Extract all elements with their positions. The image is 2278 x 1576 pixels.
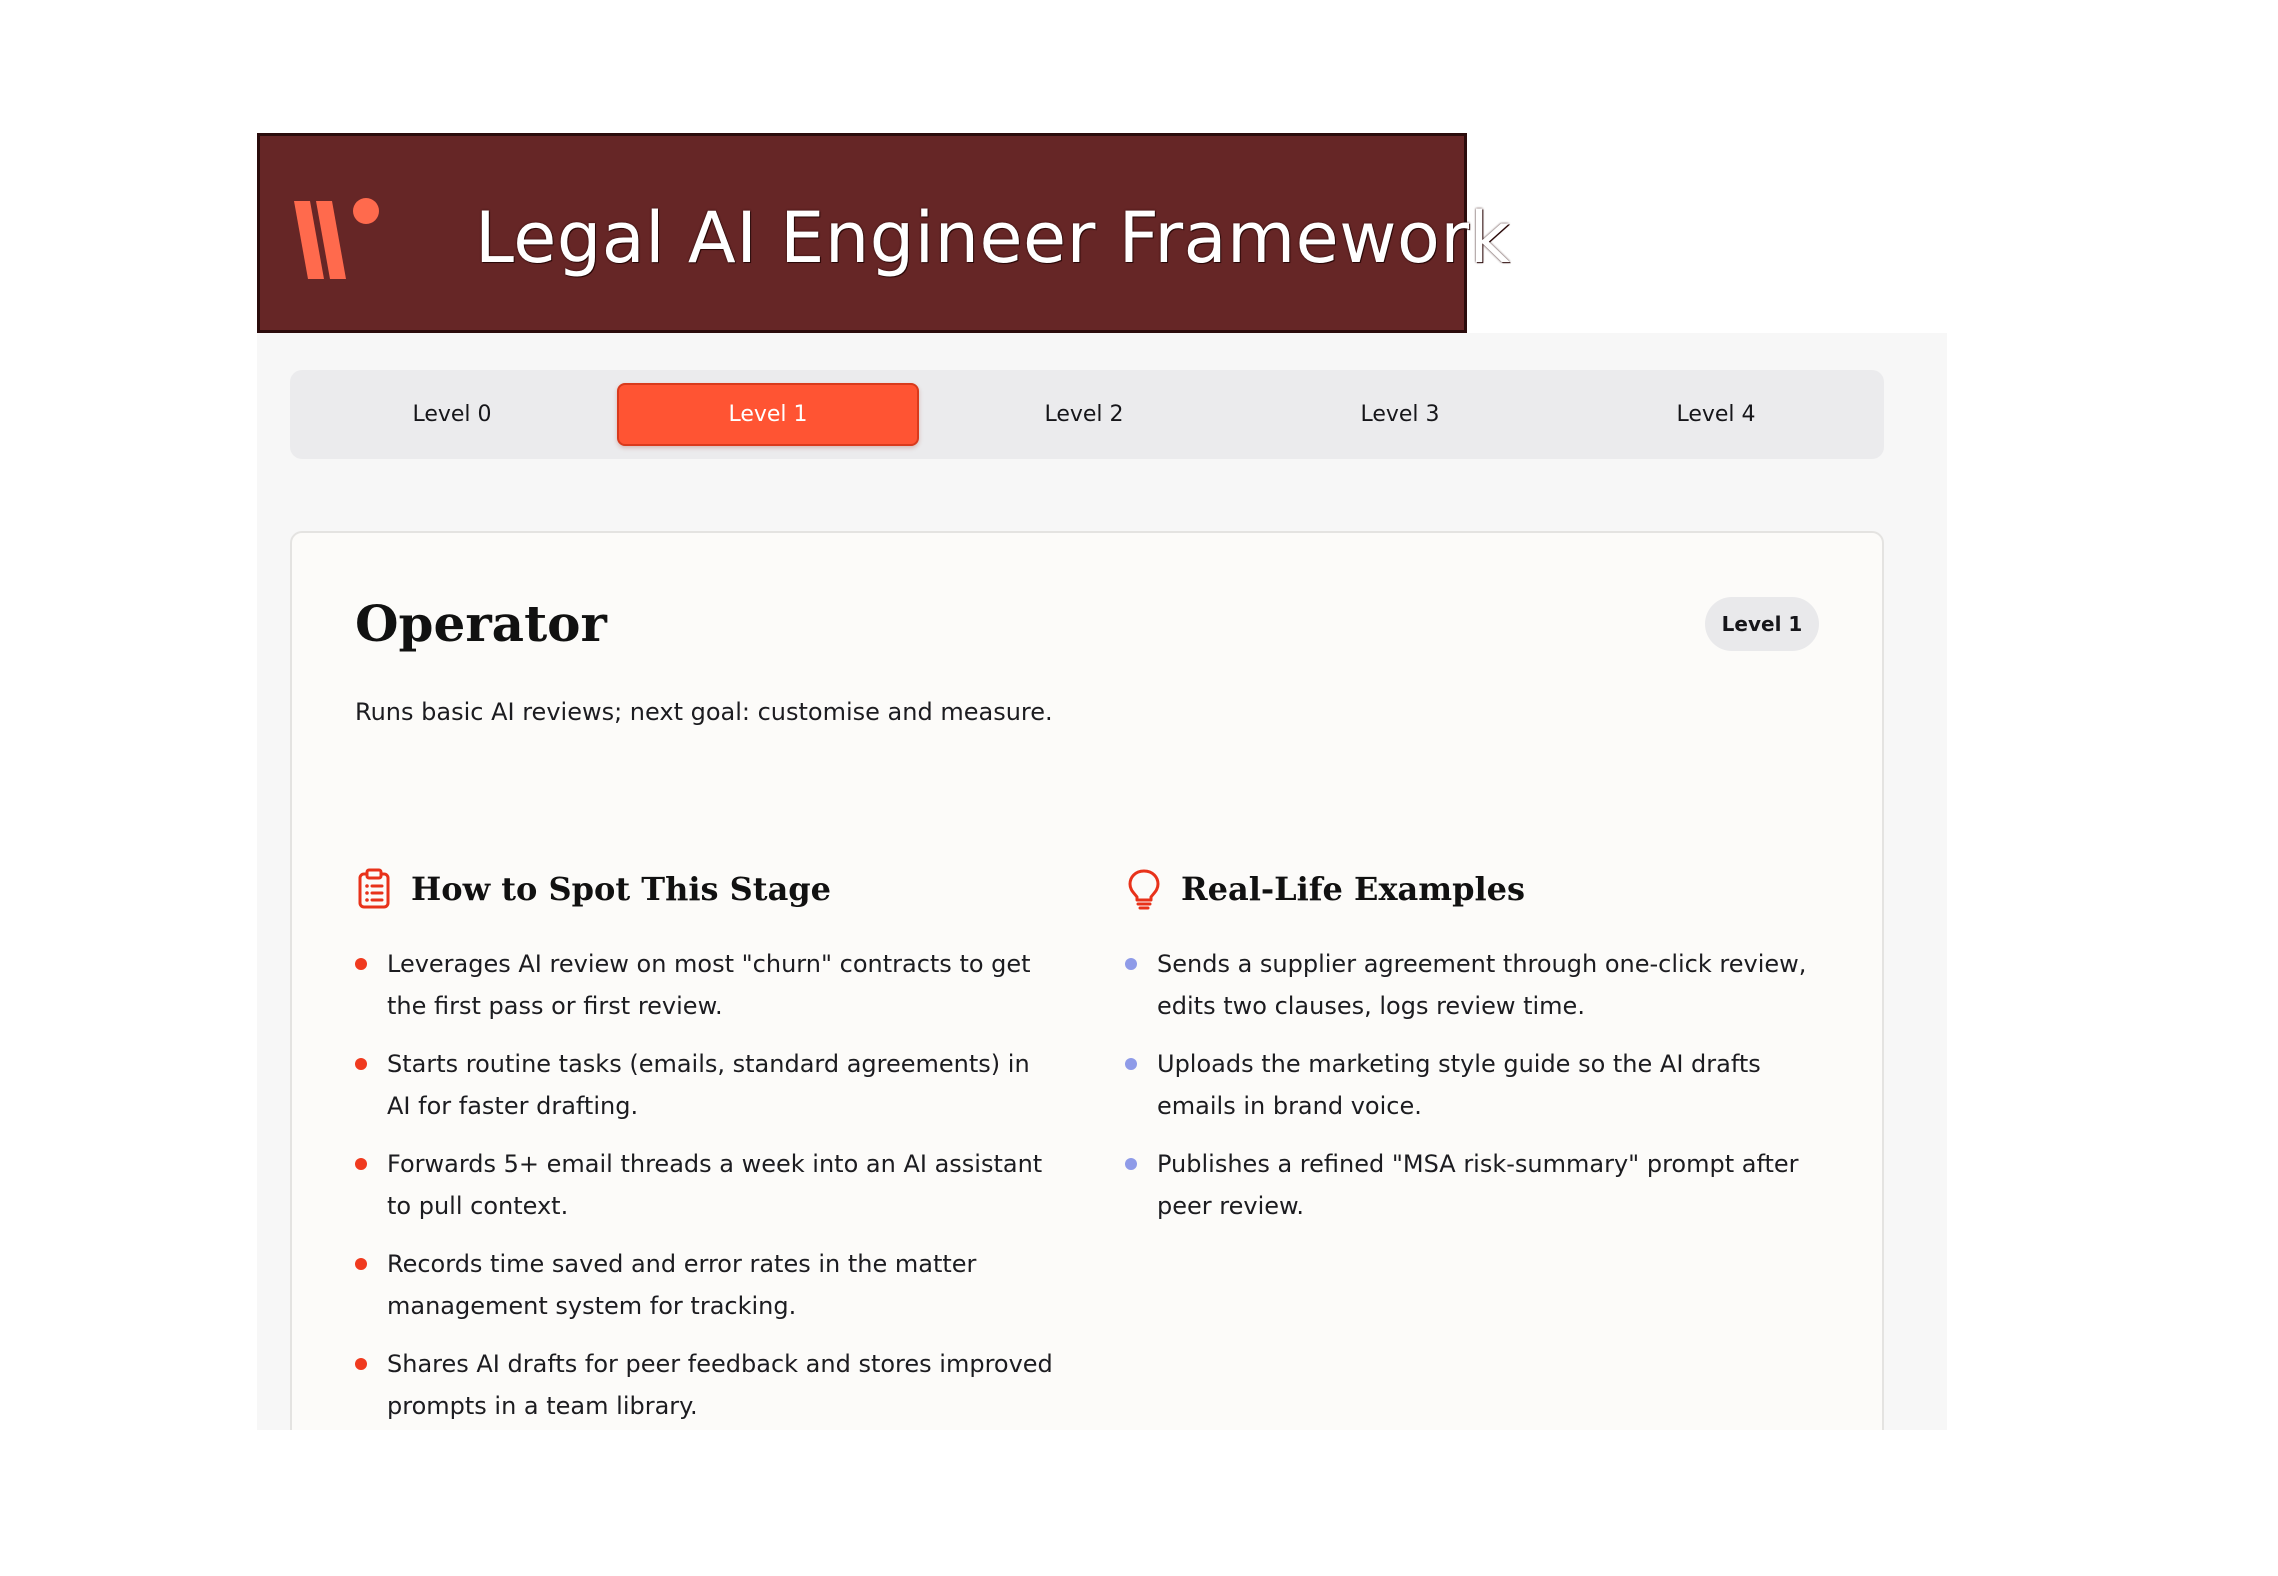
- bullet-dot: [355, 1258, 367, 1270]
- bullet-dot: [355, 1358, 367, 1370]
- header-banner: Legal AI Engineer Framework: [257, 133, 1510, 333]
- list-item-text: Records time saved and error rates in th…: [387, 1250, 977, 1320]
- lightbulb-icon: [1128, 869, 1160, 910]
- spot-section: How to Spot This Stage Leverages AI revi…: [355, 863, 1055, 1430]
- examples-section: Real-Life Examples Sends a supplier agre…: [1125, 863, 1825, 1243]
- clipboard-list-icon: [358, 868, 390, 909]
- list-item: Starts routine tasks (emails, standard a…: [355, 1043, 1057, 1127]
- spot-list: Leverages AI review on most "churn" cont…: [355, 943, 1055, 1427]
- examples-list: Sends a supplier agreement through one-c…: [1125, 943, 1825, 1227]
- bullet-dot: [1125, 1158, 1137, 1170]
- list-item-text: Forwards 5+ email threads a week into an…: [387, 1150, 1043, 1220]
- list-item: Sends a supplier agreement through one-c…: [1125, 943, 1827, 1027]
- tab-level-3[interactable]: Level 3: [1249, 383, 1551, 446]
- bullet-dot: [1125, 1058, 1137, 1070]
- level-badge: Level 1: [1705, 597, 1819, 651]
- list-item-text: Shares AI drafts for peer feedback and s…: [387, 1350, 1053, 1420]
- level-title: Operator: [355, 594, 607, 653]
- examples-title: Real-Life Examples: [1181, 870, 1526, 908]
- list-item: Records time saved and error rates in th…: [355, 1243, 1057, 1327]
- bullet-dot: [355, 1158, 367, 1170]
- list-item-text: Sends a supplier agreement through one-c…: [1157, 950, 1807, 1020]
- tab-level-0[interactable]: Level 0: [301, 383, 603, 446]
- examples-header: Real-Life Examples: [1125, 863, 1825, 915]
- page-title: Legal AI Engineer Framework: [475, 197, 1511, 279]
- bullet-dot: [355, 958, 367, 970]
- list-item-text: Uploads the marketing style guide so the…: [1157, 1050, 1761, 1120]
- level-card: Operator Level 1 Runs basic AI reviews; …: [290, 531, 1884, 1430]
- framework-panel: Level 0 Level 1 Level 2 Level 3 Level 4 …: [257, 333, 1947, 1430]
- tab-level-1[interactable]: Level 1: [617, 383, 919, 446]
- spot-title: How to Spot This Stage: [411, 870, 832, 908]
- list-item: Forwards 5+ email threads a week into an…: [355, 1143, 1057, 1227]
- spot-header: How to Spot This Stage: [355, 863, 1055, 915]
- list-item-text: Leverages AI review on most "churn" cont…: [387, 950, 1031, 1020]
- list-item-text: Starts routine tasks (emails, standard a…: [387, 1050, 1030, 1120]
- w-brand-logo-icon: [294, 198, 379, 279]
- list-item: Shares AI drafts for peer feedback and s…: [355, 1343, 1057, 1427]
- level-description: Runs basic AI reviews; next goal: custom…: [355, 698, 1053, 726]
- list-item: Publishes a refined "MSA risk-summary" p…: [1125, 1143, 1827, 1227]
- list-item: Leverages AI review on most "churn" cont…: [355, 943, 1057, 1027]
- bullet-dot: [1125, 958, 1137, 970]
- level-tabs: Level 0 Level 1 Level 2 Level 3 Level 4: [290, 370, 1884, 459]
- tab-level-4[interactable]: Level 4: [1565, 383, 1867, 446]
- list-item: Uploads the marketing style guide so the…: [1125, 1043, 1827, 1127]
- tab-level-2[interactable]: Level 2: [933, 383, 1235, 446]
- bullet-dot: [355, 1058, 367, 1070]
- list-item-text: Publishes a refined "MSA risk-summary" p…: [1157, 1150, 1799, 1220]
